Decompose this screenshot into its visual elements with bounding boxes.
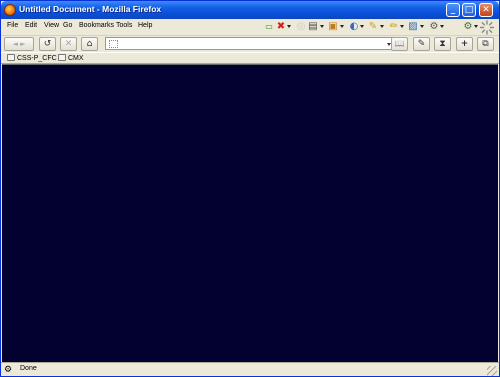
page-content[interactable] xyxy=(2,64,498,362)
menu-go[interactable]: Go xyxy=(63,22,72,29)
folder-icon[interactable]: ▣ xyxy=(326,20,340,34)
status-bar: ⚙ Done xyxy=(1,362,499,376)
page-icon[interactable]: ▤ xyxy=(306,20,320,34)
pencil-icon[interactable]: ✏ xyxy=(387,20,401,34)
window-title: Untitled Document - Mozilla Firefox xyxy=(19,4,162,14)
stop-icon: ✕ xyxy=(64,39,73,49)
bookmark-item[interactable]: CSS-P_CFC xyxy=(7,54,57,62)
book-icon: 📖 xyxy=(394,39,405,48)
maximize-button[interactable]: □ xyxy=(462,3,476,17)
reload-button[interactable]: ↺ xyxy=(39,37,56,51)
new-tab-button[interactable]: + xyxy=(456,37,473,51)
firefox-icon xyxy=(4,4,16,16)
bookmark-item[interactable]: CMX xyxy=(58,54,84,62)
status-icon: ⚙ xyxy=(4,365,13,375)
stop-button[interactable]: ✕ xyxy=(60,37,77,51)
resize-grip[interactable] xyxy=(487,366,497,376)
timer-button[interactable]: ⧗ xyxy=(434,37,451,51)
close-button[interactable]: ✕ xyxy=(479,3,493,17)
delete-dropdown[interactable] xyxy=(287,25,292,29)
url-bar[interactable] xyxy=(105,37,395,50)
home-button[interactable]: ⌂ xyxy=(81,37,98,51)
back-icon: ◄ xyxy=(12,40,18,48)
page-favicon xyxy=(109,40,118,48)
page-dropdown[interactable] xyxy=(320,25,325,29)
menu-tools[interactable]: Tools xyxy=(116,22,132,29)
plus-icon: + xyxy=(460,39,469,49)
image-dropdown[interactable] xyxy=(420,25,425,29)
bookmark-page-icon xyxy=(58,54,66,61)
image-icon[interactable]: ▨ xyxy=(406,20,420,34)
menu-bookmarks[interactable]: Bookmarks xyxy=(79,22,114,29)
maximize-icon: □ xyxy=(464,5,474,15)
folder-dropdown[interactable] xyxy=(340,25,345,29)
edit-icon: ✎ xyxy=(417,39,426,49)
plugin-icon[interactable]: ✎ xyxy=(366,20,380,34)
tools-icon[interactable]: ⚙ xyxy=(427,20,441,34)
browser-window: Untitled Document - Mozilla Firefox _ □ … xyxy=(0,0,500,377)
bookmark-label: CMX xyxy=(68,55,84,62)
tools-dropdown[interactable] xyxy=(440,25,445,29)
pencil-dropdown[interactable] xyxy=(400,25,405,29)
hourglass-icon: ⧗ xyxy=(439,39,446,49)
bookmarks-toolbar: CSS-P_CFC CMX xyxy=(1,52,499,64)
paint-dropdown[interactable] xyxy=(360,25,365,29)
menu-file[interactable]: File xyxy=(7,22,18,29)
window-icon: ⧉ xyxy=(482,39,489,49)
menu-view[interactable]: View xyxy=(44,22,59,29)
minimize-icon: _ xyxy=(450,5,456,15)
status-text: Done xyxy=(20,365,37,372)
close-icon: ✕ xyxy=(482,5,490,15)
new-window-button[interactable]: ⧉ xyxy=(477,37,494,51)
forward-icon: ► xyxy=(20,40,26,48)
delete-icon[interactable]: ✖ xyxy=(274,20,288,34)
menu-edit[interactable]: Edit xyxy=(25,22,37,29)
edit-button[interactable]: ✎ xyxy=(413,37,430,51)
bookmark-page-icon xyxy=(7,54,15,61)
paint-icon[interactable]: ◐ xyxy=(347,20,361,34)
reader-button[interactable]: 📖 xyxy=(391,37,408,51)
plugin-dropdown[interactable] xyxy=(380,25,385,29)
bookmark-label: CSS-P_CFC xyxy=(17,55,57,62)
title-bar[interactable]: Untitled Document - Mozilla Firefox _ □ … xyxy=(1,1,499,19)
minimize-button[interactable]: _ xyxy=(446,3,460,17)
throbber-icon xyxy=(479,20,495,35)
menu-help[interactable]: Help xyxy=(138,22,152,29)
home-icon: ⌂ xyxy=(86,39,93,49)
back-forward-button[interactable]: ◄ ► xyxy=(4,37,34,51)
reload-icon: ↺ xyxy=(43,39,52,49)
settings-icon[interactable]: ⚙ xyxy=(461,20,475,34)
